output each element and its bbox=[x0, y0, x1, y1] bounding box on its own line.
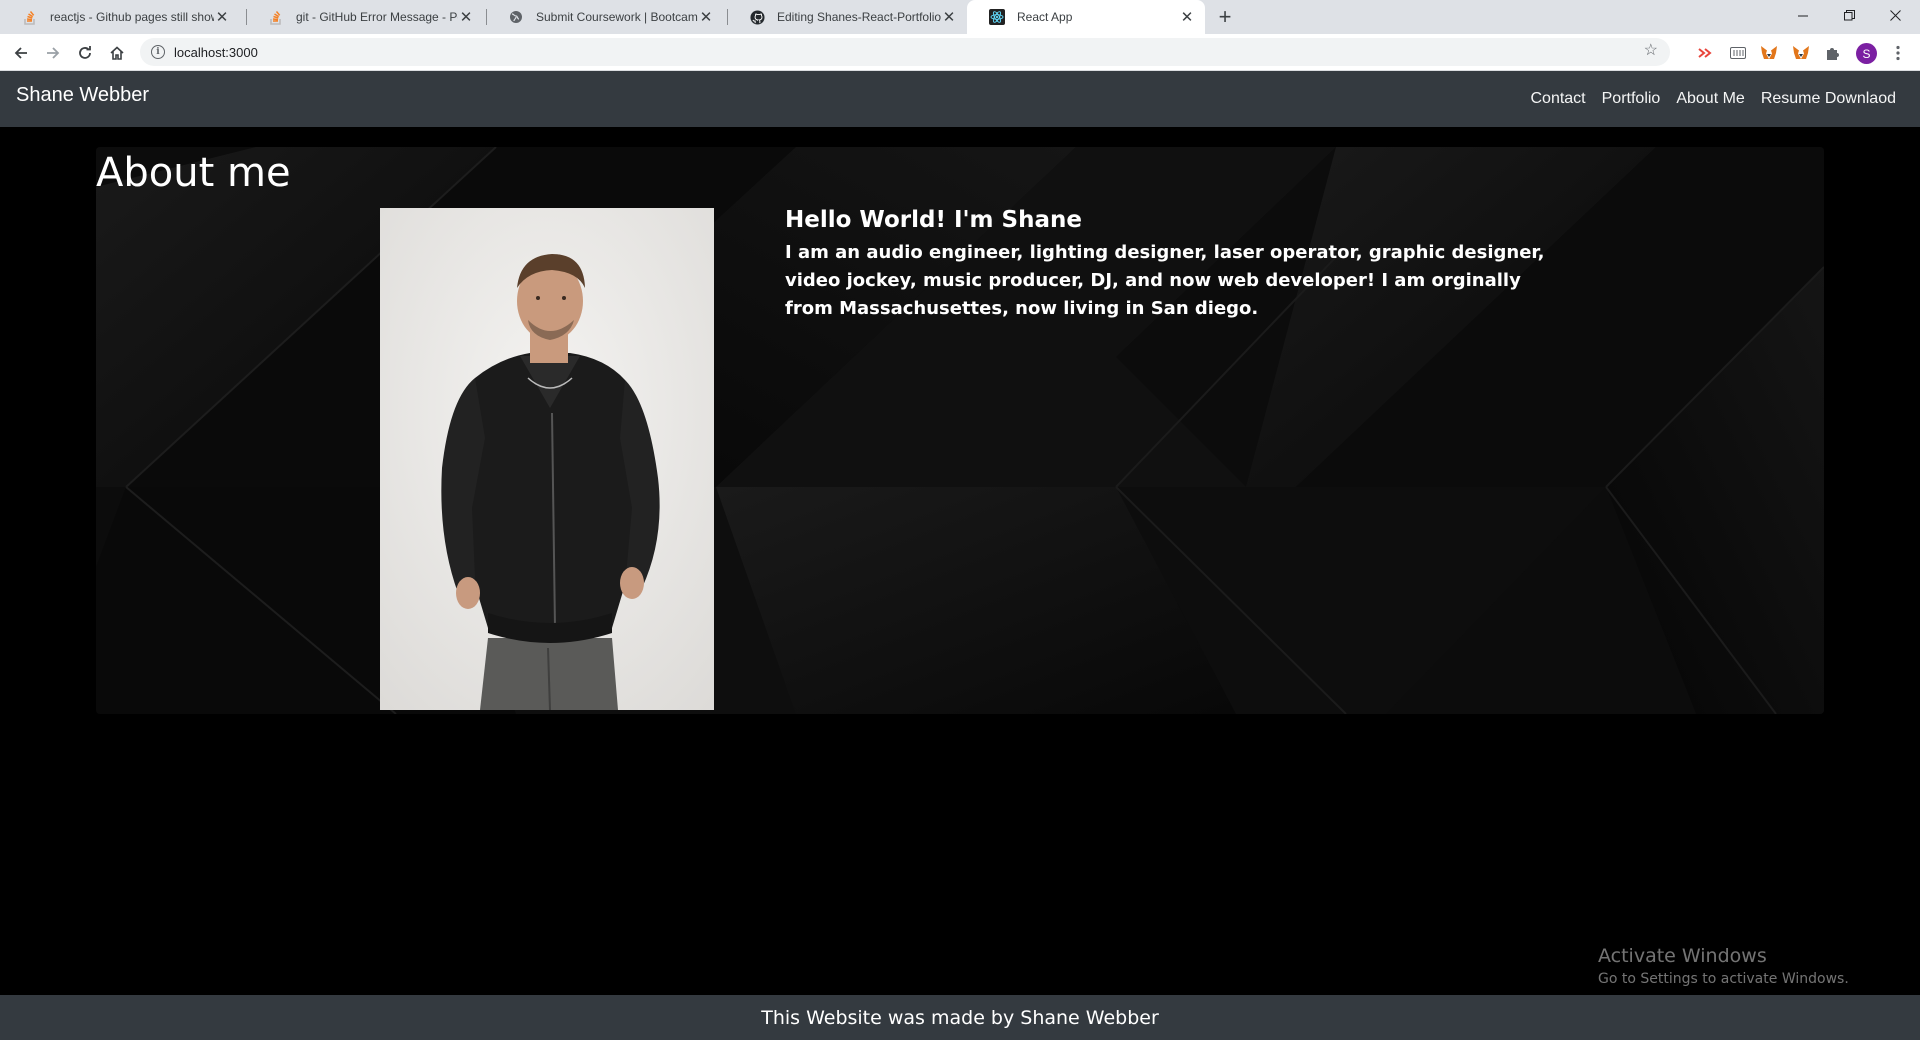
profile-avatar[interactable]: S bbox=[1856, 43, 1877, 64]
close-window-button[interactable] bbox=[1872, 0, 1918, 30]
tab-title: Submit Coursework | Bootcamp S bbox=[536, 10, 698, 24]
arrow-right-icon bbox=[47, 47, 60, 59]
github-icon bbox=[749, 9, 765, 25]
nav-links: Contact Portfolio About Me Resume Downla… bbox=[1514, 71, 1896, 127]
bio-text: I am an audio engineer, lighting designe… bbox=[785, 242, 1545, 319]
about-section: About me Hello World! I'm Shane I am an … bbox=[96, 147, 1824, 714]
browser-tab[interactable]: git - GitHub Error Message - Perm ✕ bbox=[246, 0, 484, 34]
activate-windows-watermark: Activate Windows Go to Settings to activ… bbox=[1598, 945, 1849, 987]
new-tab-button[interactable]: + bbox=[1212, 4, 1238, 30]
minimize-button[interactable] bbox=[1780, 0, 1826, 30]
restore-icon bbox=[1843, 9, 1855, 20]
extensions-puzzle-icon[interactable] bbox=[1823, 43, 1843, 63]
extension-icon[interactable] bbox=[1728, 43, 1748, 63]
home-icon bbox=[110, 46, 124, 60]
menu-kebab-icon[interactable] bbox=[1888, 42, 1908, 64]
close-icon[interactable]: ✕ bbox=[214, 9, 230, 26]
site-navbar: Shane Webber Contact Portfolio About Me … bbox=[0, 71, 1920, 127]
address-bar[interactable]: i localhost:3000 ☆ bbox=[140, 38, 1670, 66]
tab-title: reactjs - Github pages still shows bbox=[50, 10, 214, 24]
close-icon[interactable]: ✕ bbox=[941, 9, 957, 26]
brand-link[interactable]: Shane Webber bbox=[16, 84, 149, 107]
profile-photo bbox=[380, 208, 714, 710]
extension-icon[interactable] bbox=[1696, 43, 1716, 63]
browser-tab-active[interactable]: React App ✕ bbox=[967, 0, 1205, 34]
watermark-subtitle: Go to Settings to activate Windows. bbox=[1598, 971, 1849, 987]
bio-block: Hello World! I'm Shane I am an audio eng… bbox=[785, 207, 1545, 323]
tab-title: React App bbox=[1017, 10, 1073, 24]
browser-tab-strip: reactjs - Github pages still shows ✕ git… bbox=[0, 0, 1920, 34]
home-button[interactable] bbox=[103, 39, 131, 67]
metamask-icon[interactable] bbox=[1791, 43, 1811, 63]
star-icon[interactable]: ☆ bbox=[1644, 43, 1658, 59]
reload-button[interactable] bbox=[71, 39, 99, 67]
close-icon bbox=[1889, 9, 1901, 21]
about-heading: About me bbox=[96, 150, 291, 196]
watermark-title: Activate Windows bbox=[1598, 945, 1767, 967]
nav-link-contact[interactable]: Contact bbox=[1530, 90, 1585, 108]
globe-icon bbox=[508, 9, 524, 25]
info-icon[interactable]: i bbox=[151, 45, 165, 59]
close-icon[interactable]: ✕ bbox=[1179, 9, 1195, 26]
arrow-left-icon bbox=[14, 47, 27, 59]
stackoverflow-icon bbox=[22, 9, 38, 25]
metamask-icon[interactable] bbox=[1759, 43, 1779, 63]
nav-link-resume-download[interactable]: Resume Downlaod bbox=[1761, 90, 1896, 108]
browser-tab[interactable]: Submit Coursework | Bootcamp S ✕ bbox=[486, 0, 724, 34]
close-icon[interactable]: ✕ bbox=[458, 9, 474, 26]
browser-tab[interactable]: Editing Shanes-React-Portfolio/R ✕ bbox=[727, 0, 967, 34]
back-button[interactable] bbox=[7, 39, 35, 67]
url-text: localhost:3000 bbox=[174, 44, 258, 60]
nav-link-about-me[interactable]: About Me bbox=[1676, 90, 1744, 108]
footer-text: This Website was made by Shane Webber bbox=[761, 1006, 1159, 1029]
reload-icon bbox=[79, 46, 91, 59]
stackoverflow-icon bbox=[268, 9, 284, 25]
react-icon bbox=[989, 9, 1005, 25]
forward-button[interactable] bbox=[39, 39, 67, 67]
site-footer: This Website was made by Shane Webber bbox=[0, 995, 1920, 1040]
browser-tab[interactable]: reactjs - Github pages still shows ✕ bbox=[0, 0, 240, 34]
restore-button[interactable] bbox=[1826, 0, 1872, 30]
greeting-heading: Hello World! I'm Shane bbox=[785, 207, 1082, 233]
close-icon[interactable]: ✕ bbox=[698, 9, 714, 26]
tab-title: git - GitHub Error Message - Perm bbox=[296, 10, 458, 24]
nav-link-portfolio[interactable]: Portfolio bbox=[1602, 90, 1661, 108]
tab-title: Editing Shanes-React-Portfolio/R bbox=[777, 10, 941, 24]
minimize-icon bbox=[1797, 15, 1808, 16]
browser-toolbar: i localhost:3000 ☆ S bbox=[0, 34, 1920, 71]
